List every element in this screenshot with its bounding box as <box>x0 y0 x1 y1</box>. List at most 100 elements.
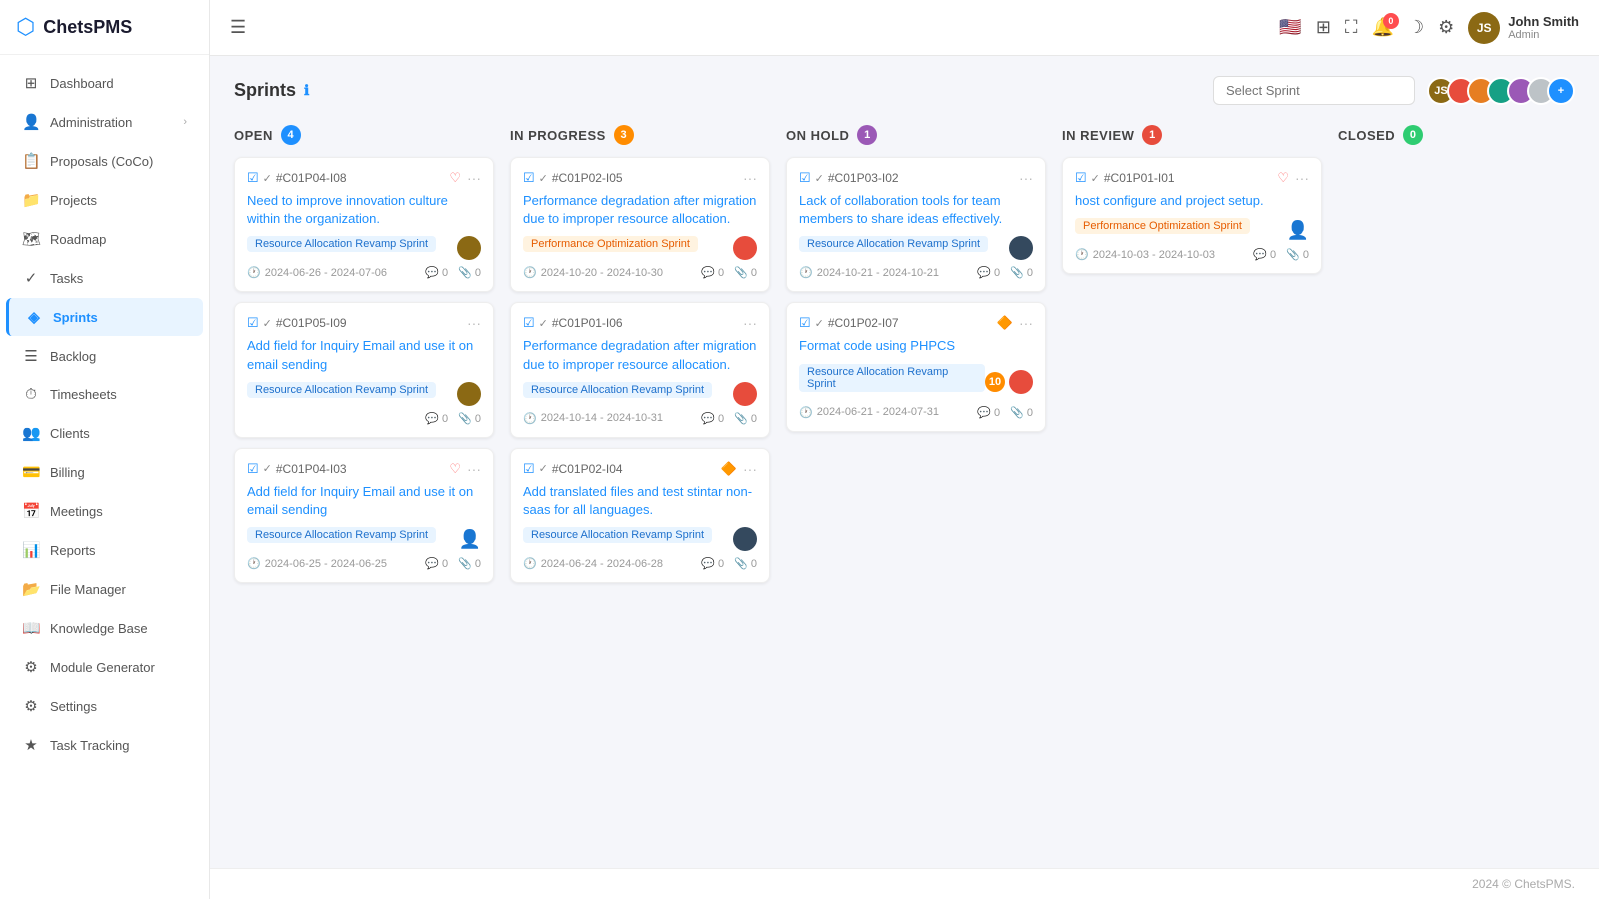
card-title[interactable]: Performance degradation after migration … <box>523 192 757 228</box>
grid-icon[interactable]: ⊞ <box>1316 17 1331 38</box>
avatar-stack: JS + <box>1427 77 1575 105</box>
card-title[interactable]: Performance degradation after migration … <box>523 337 757 373</box>
logo[interactable]: ⬡ ChetsPMS <box>0 0 209 55</box>
card-tag[interactable]: Performance Optimization Sprint <box>1075 218 1250 234</box>
col-header-in-review: IN REVIEW 1 <box>1062 125 1322 145</box>
sidebar-item-clients[interactable]: 👥 Clients <box>6 414 203 452</box>
card-tag[interactable]: Resource Allocation Revamp Sprint <box>523 527 712 543</box>
sidebar-item-backlog[interactable]: ☰ Backlog <box>6 337 203 375</box>
user-role: Admin <box>1508 29 1579 41</box>
sidebar: ⬡ ChetsPMS ⊞ Dashboard 👤 Administration … <box>0 0 210 899</box>
sidebar-item-module-generator[interactable]: ⚙ Module Generator <box>6 648 203 686</box>
comments-stat: 💬 0 <box>425 557 448 570</box>
card-tag[interactable]: Resource Allocation Revamp Sprint <box>799 364 985 392</box>
more-icon[interactable]: ··· <box>1019 170 1033 186</box>
col-badge-closed: 0 <box>1403 125 1423 145</box>
more-icon[interactable]: ··· <box>743 170 757 186</box>
info-icon[interactable]: ℹ <box>304 82 309 99</box>
card-id: ☑ ✓ #C01P01-I01 <box>1075 170 1175 186</box>
more-icon[interactable]: ··· <box>1019 315 1033 331</box>
more-icon[interactable]: ··· <box>743 461 757 477</box>
more-icon[interactable]: ··· <box>467 461 481 477</box>
more-icon[interactable]: ··· <box>467 170 481 186</box>
priority-icon[interactable]: 🔶 <box>721 461 737 477</box>
heart-icon[interactable]: ♡ <box>449 461 461 477</box>
sidebar-item-sprints[interactable]: ◈ Sprints <box>6 298 203 336</box>
card-actions: ♡ ··· <box>449 170 481 186</box>
clock-icon: 🕐 <box>523 412 537 425</box>
sidebar-label-task-tracking: Task Tracking <box>50 738 129 753</box>
sidebar-item-timesheets[interactable]: ⏱ Timesheets <box>6 376 203 413</box>
heart-icon[interactable]: ♡ <box>449 170 461 186</box>
card-date: 🕐 2024-06-26 - 2024-07-06 <box>247 266 387 279</box>
card-tag[interactable]: Resource Allocation Revamp Sprint <box>523 382 712 398</box>
card-tag[interactable]: Resource Allocation Revamp Sprint <box>799 236 988 252</box>
card-footer: 🕐 2024-06-26 - 2024-07-06 💬 0 📎 0 <box>247 266 481 279</box>
sidebar-item-administration[interactable]: 👤 Administration › <box>6 103 203 141</box>
user-info[interactable]: JS John Smith Admin <box>1468 12 1579 44</box>
card-title[interactable]: Add translated files and test stintar no… <box>523 483 757 519</box>
heart-icon[interactable]: ♡ <box>1277 170 1289 186</box>
notification-icon[interactable]: 🔔 0 <box>1372 17 1394 38</box>
card-actions: ··· <box>1019 170 1033 186</box>
sidebar-item-dashboard[interactable]: ⊞ Dashboard <box>6 64 203 102</box>
card-tag[interactable]: Performance Optimization Sprint <box>523 236 698 252</box>
kanban-col-closed: CLOSED 0 <box>1338 125 1598 593</box>
tasks-icon: ✓ <box>22 269 40 287</box>
card-meta: 10 <box>985 370 1033 394</box>
add-member-button[interactable]: + <box>1547 77 1575 105</box>
sidebar-item-roadmap[interactable]: 🗺 Roadmap <box>6 220 203 258</box>
card-tag[interactable]: Resource Allocation Revamp Sprint <box>247 382 436 398</box>
card-stats: 💬 0 📎 0 <box>977 406 1033 419</box>
check-icon: ✓ <box>815 172 824 185</box>
card-top: ☑ ✓ #C01P01-I06 ··· <box>523 315 757 331</box>
card-avatar <box>457 236 481 260</box>
footer: 2024 © ChetsPMS. <box>210 868 1599 899</box>
card-stats: 💬 0 📎 0 <box>701 266 757 279</box>
tag-avatar-row: Resource Allocation Revamp Sprint <box>799 236 1033 260</box>
sidebar-item-task-tracking[interactable]: ★ Task Tracking <box>6 726 203 764</box>
fullscreen-icon[interactable]: ⛶ <box>1345 17 1358 38</box>
flag-icon[interactable]: 🇺🇸 <box>1279 17 1301 38</box>
card-title[interactable]: Add field for Inquiry Email and use it o… <box>247 483 481 519</box>
card-date-text: 2024-06-21 - 2024-07-31 <box>817 406 939 418</box>
hamburger-icon[interactable]: ☰ <box>230 17 246 38</box>
more-icon[interactable]: ··· <box>1295 170 1309 186</box>
dark-mode-icon[interactable]: ☽ <box>1408 17 1424 38</box>
sidebar-item-knowledge-base[interactable]: 📖 Knowledge Base <box>6 609 203 647</box>
user-name: John Smith <box>1508 14 1579 29</box>
clock-icon: 🕐 <box>799 406 813 419</box>
sidebar-label-dashboard: Dashboard <box>50 76 114 91</box>
priority-icon[interactable]: 🔶 <box>997 315 1013 331</box>
sidebar-item-projects[interactable]: 📁 Projects <box>6 181 203 219</box>
settings-icon[interactable]: ⚙ <box>1438 17 1454 38</box>
sidebar-item-proposals[interactable]: 📋 Proposals (CoCo) <box>6 142 203 180</box>
card-title[interactable]: host configure and project setup. <box>1075 192 1309 210</box>
card-title[interactable]: Lack of collaboration tools for team mem… <box>799 192 1033 228</box>
card-id: ☑ ✓ #C01P05-I09 <box>247 315 347 331</box>
card-tag[interactable]: Resource Allocation Revamp Sprint <box>247 236 436 252</box>
sidebar-label-tasks: Tasks <box>50 271 83 286</box>
kanban-col-in-review: IN REVIEW 1 ☑ ✓ #C01P01-I01 ♡ ··· host c… <box>1062 125 1322 593</box>
card-title[interactable]: Add field for Inquiry Email and use it o… <box>247 337 481 373</box>
sidebar-item-tasks[interactable]: ✓ Tasks <box>6 259 203 297</box>
sidebar-item-reports[interactable]: 📊 Reports <box>6 531 203 569</box>
col-label-open: OPEN <box>234 128 273 143</box>
sidebar-item-settings[interactable]: ⚙ Settings <box>6 687 203 725</box>
sprint-select[interactable] <box>1213 76 1415 105</box>
card-tag[interactable]: Resource Allocation Revamp Sprint <box>247 527 436 543</box>
kanban-col-in-progress: IN PROGRESS 3 ☑ ✓ #C01P02-I05 ··· Perfor… <box>510 125 770 593</box>
card-meta: 👤 <box>459 529 481 550</box>
more-icon[interactable]: ··· <box>743 315 757 331</box>
notification-badge: 0 <box>1383 13 1399 29</box>
proposals-icon: 📋 <box>22 152 40 170</box>
more-icon[interactable]: ··· <box>467 315 481 331</box>
task-icon: ☑ <box>523 170 535 186</box>
card-date: 🕐 2024-06-25 - 2024-06-25 <box>247 557 387 570</box>
attachments-stat: 📎 0 <box>1286 248 1309 261</box>
card-title[interactable]: Need to improve innovation culture withi… <box>247 192 481 228</box>
sidebar-item-meetings[interactable]: 📅 Meetings <box>6 492 203 530</box>
sidebar-item-file-manager[interactable]: 📂 File Manager <box>6 570 203 608</box>
sidebar-item-billing[interactable]: 💳 Billing <box>6 453 203 491</box>
card-title[interactable]: Format code using PHPCS <box>799 337 1033 355</box>
